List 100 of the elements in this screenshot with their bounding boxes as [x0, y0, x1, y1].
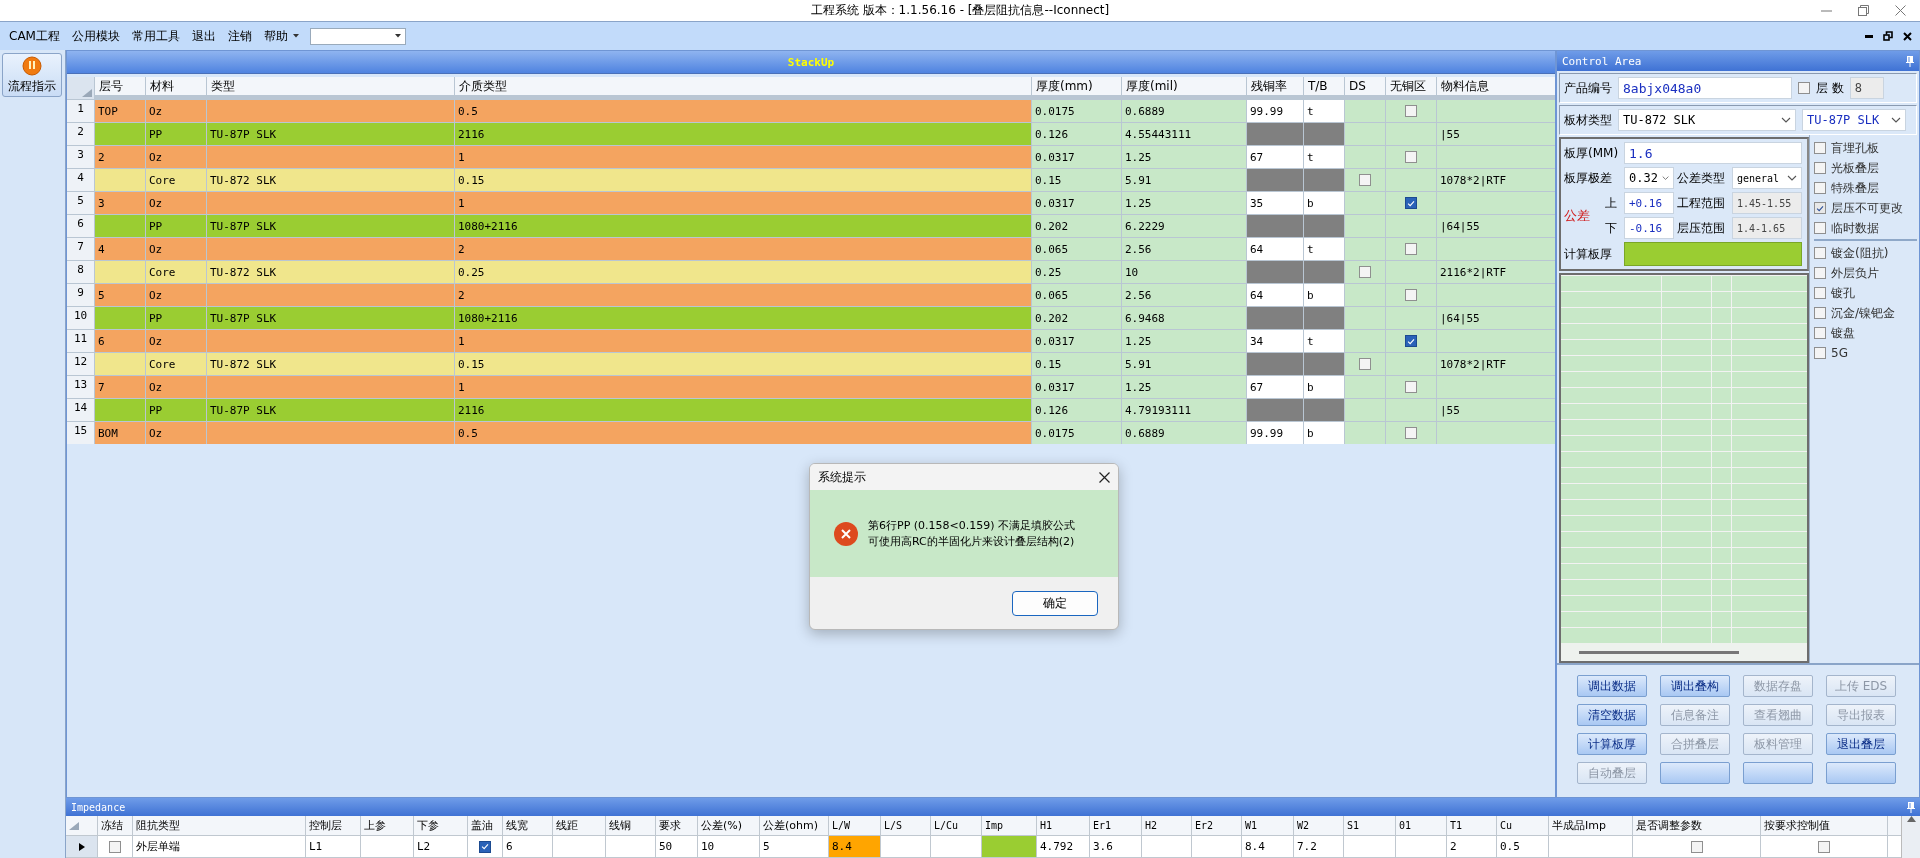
checkbox-label[interactable]: 沉金/镍钯金	[1831, 304, 1896, 322]
row-header[interactable]	[66, 836, 97, 857]
dropdown[interactable]: TU-872 SLK	[1618, 109, 1796, 131]
checkbox-label[interactable]: 层压不可更改	[1831, 199, 1903, 217]
checkbox-label[interactable]: 盲埋孔板	[1831, 139, 1879, 157]
table-cell: 0.15	[1032, 353, 1121, 375]
checkbox[interactable]	[1690, 840, 1703, 853]
action-button[interactable]	[1660, 762, 1730, 784]
column-header: 物料信息	[1437, 77, 1555, 95]
triangle-icon[interactable]	[82, 89, 92, 97]
checkbox-label[interactable]: 镀盘	[1831, 324, 1855, 342]
table-cell: 0.0317	[1032, 330, 1121, 352]
tolerance-field[interactable]: -0.16	[1624, 217, 1674, 239]
checkbox[interactable]	[1359, 174, 1371, 186]
checkbox[interactable]	[1814, 307, 1826, 319]
table-cell: 0.0317	[1032, 146, 1121, 168]
sidebar-button[interactable]: 流程指示	[2, 53, 62, 97]
dropdown[interactable]	[309, 27, 406, 45]
checkbox[interactable]	[1814, 142, 1826, 154]
table-cell: 99.99	[1247, 422, 1303, 444]
dropdown[interactable]: general	[1732, 167, 1802, 189]
table-cell: 1080+2116	[455, 215, 1031, 237]
action-button[interactable]: 调出数据	[1577, 675, 1647, 697]
checkbox-label[interactable]: 临时数据	[1831, 219, 1879, 237]
checkbox[interactable]	[1405, 427, 1417, 439]
action-button[interactable]: 调出叠构	[1660, 675, 1730, 697]
checkbox[interactable]	[1405, 105, 1417, 117]
table-cell: 2	[95, 146, 145, 168]
checkbox[interactable]	[1405, 197, 1417, 209]
checkbox[interactable]	[1814, 202, 1826, 214]
close-icon[interactable]	[1099, 471, 1110, 483]
column-header: S1	[1344, 816, 1395, 835]
dropdown[interactable]: TU-87P SLK	[1802, 109, 1906, 131]
action-button[interactable]: 计算板厚	[1577, 733, 1647, 755]
table-cell	[1304, 123, 1344, 145]
checkbox[interactable]	[1814, 247, 1826, 259]
action-button[interactable]: 退出叠层	[1826, 733, 1896, 755]
checkbox-label[interactable]: 光板叠层	[1831, 159, 1879, 177]
checkbox-label[interactable]: 外层负片	[1831, 264, 1879, 282]
checkbox[interactable]	[1814, 347, 1826, 359]
scrollbar[interactable]	[1901, 816, 1920, 858]
checkbox[interactable]	[1359, 358, 1371, 370]
checkbox[interactable]	[1405, 289, 1417, 301]
action-button[interactable]: 清空数据	[1577, 704, 1647, 726]
menu-item[interactable]: 常用工具	[126, 25, 185, 47]
table-cell: 2	[1447, 836, 1496, 857]
checkbox-label[interactable]: 特殊叠层	[1831, 179, 1879, 197]
layer-count-field[interactable]: 8	[1849, 77, 1884, 99]
pin-icon[interactable]	[1907, 801, 1915, 813]
action-button[interactable]	[1826, 762, 1896, 784]
table-cell	[95, 353, 145, 375]
checkbox[interactable]	[1405, 243, 1417, 255]
checkbox-label[interactable]: 5G	[1831, 346, 1848, 360]
pin-icon[interactable]	[1906, 55, 1914, 67]
checkbox[interactable]	[1359, 266, 1371, 278]
checkbox[interactable]	[1814, 182, 1826, 194]
table-cell: b	[1304, 192, 1344, 214]
table-cell	[95, 215, 145, 237]
triangle-icon[interactable]	[69, 821, 79, 830]
minimize-icon[interactable]	[1865, 34, 1873, 38]
checkbox[interactable]	[1798, 82, 1810, 94]
checkbox[interactable]	[1405, 381, 1417, 393]
dropdown[interactable]: 0.32	[1624, 167, 1674, 189]
up-arrow-icon[interactable]	[1906, 816, 1916, 822]
checkbox[interactable]	[1814, 267, 1826, 279]
checkbox[interactable]	[1405, 151, 1417, 163]
checkbox[interactable]	[479, 840, 491, 853]
row-number: 14	[67, 399, 94, 421]
checkbox[interactable]	[1814, 327, 1826, 339]
checkbox[interactable]	[1814, 162, 1826, 174]
table-cell: 1078*2|RTF	[1437, 353, 1555, 375]
tolerance-field[interactable]: +0.16	[1624, 192, 1674, 214]
column-header: 厚度(mm)	[1032, 77, 1121, 95]
menu-item[interactable]: CAM工程	[4, 25, 65, 47]
table-cell: 2.56	[1122, 284, 1246, 306]
menu-item[interactable]: 退出	[186, 25, 221, 47]
error-icon	[834, 521, 858, 546]
checkbox[interactable]	[1814, 222, 1826, 234]
product-field[interactable]: 8abjx048a0	[1618, 77, 1792, 99]
thickness-field[interactable]: 1.6	[1624, 142, 1802, 164]
close-icon[interactable]	[1903, 31, 1912, 41]
action-button[interactable]	[1743, 762, 1813, 784]
checkbox-label[interactable]: 镀金(阻抗)	[1831, 244, 1889, 262]
menu-item[interactable]: 注销	[222, 25, 257, 47]
ok-button[interactable]: 确定	[1012, 590, 1098, 616]
column-header: 上参	[361, 816, 413, 835]
menu-item[interactable]: 帮助	[258, 25, 304, 47]
table-cell	[1192, 836, 1241, 857]
checkbox[interactable]	[1818, 840, 1830, 853]
column-header: 线距	[553, 816, 605, 835]
field-label: 板材类型	[1564, 111, 1612, 129]
restore-icon[interactable]	[1883, 31, 1893, 41]
scrollbar[interactable]	[1561, 643, 1807, 661]
checkbox[interactable]	[1405, 335, 1417, 347]
table-cell: TU-87P SLK	[207, 123, 454, 145]
menu-item[interactable]: 公用模块	[66, 25, 125, 47]
checkbox[interactable]	[1814, 287, 1826, 299]
checkbox-label[interactable]: 镀孔	[1831, 284, 1855, 302]
checkbox[interactable]	[109, 840, 121, 853]
table-cell: PP	[146, 215, 206, 237]
